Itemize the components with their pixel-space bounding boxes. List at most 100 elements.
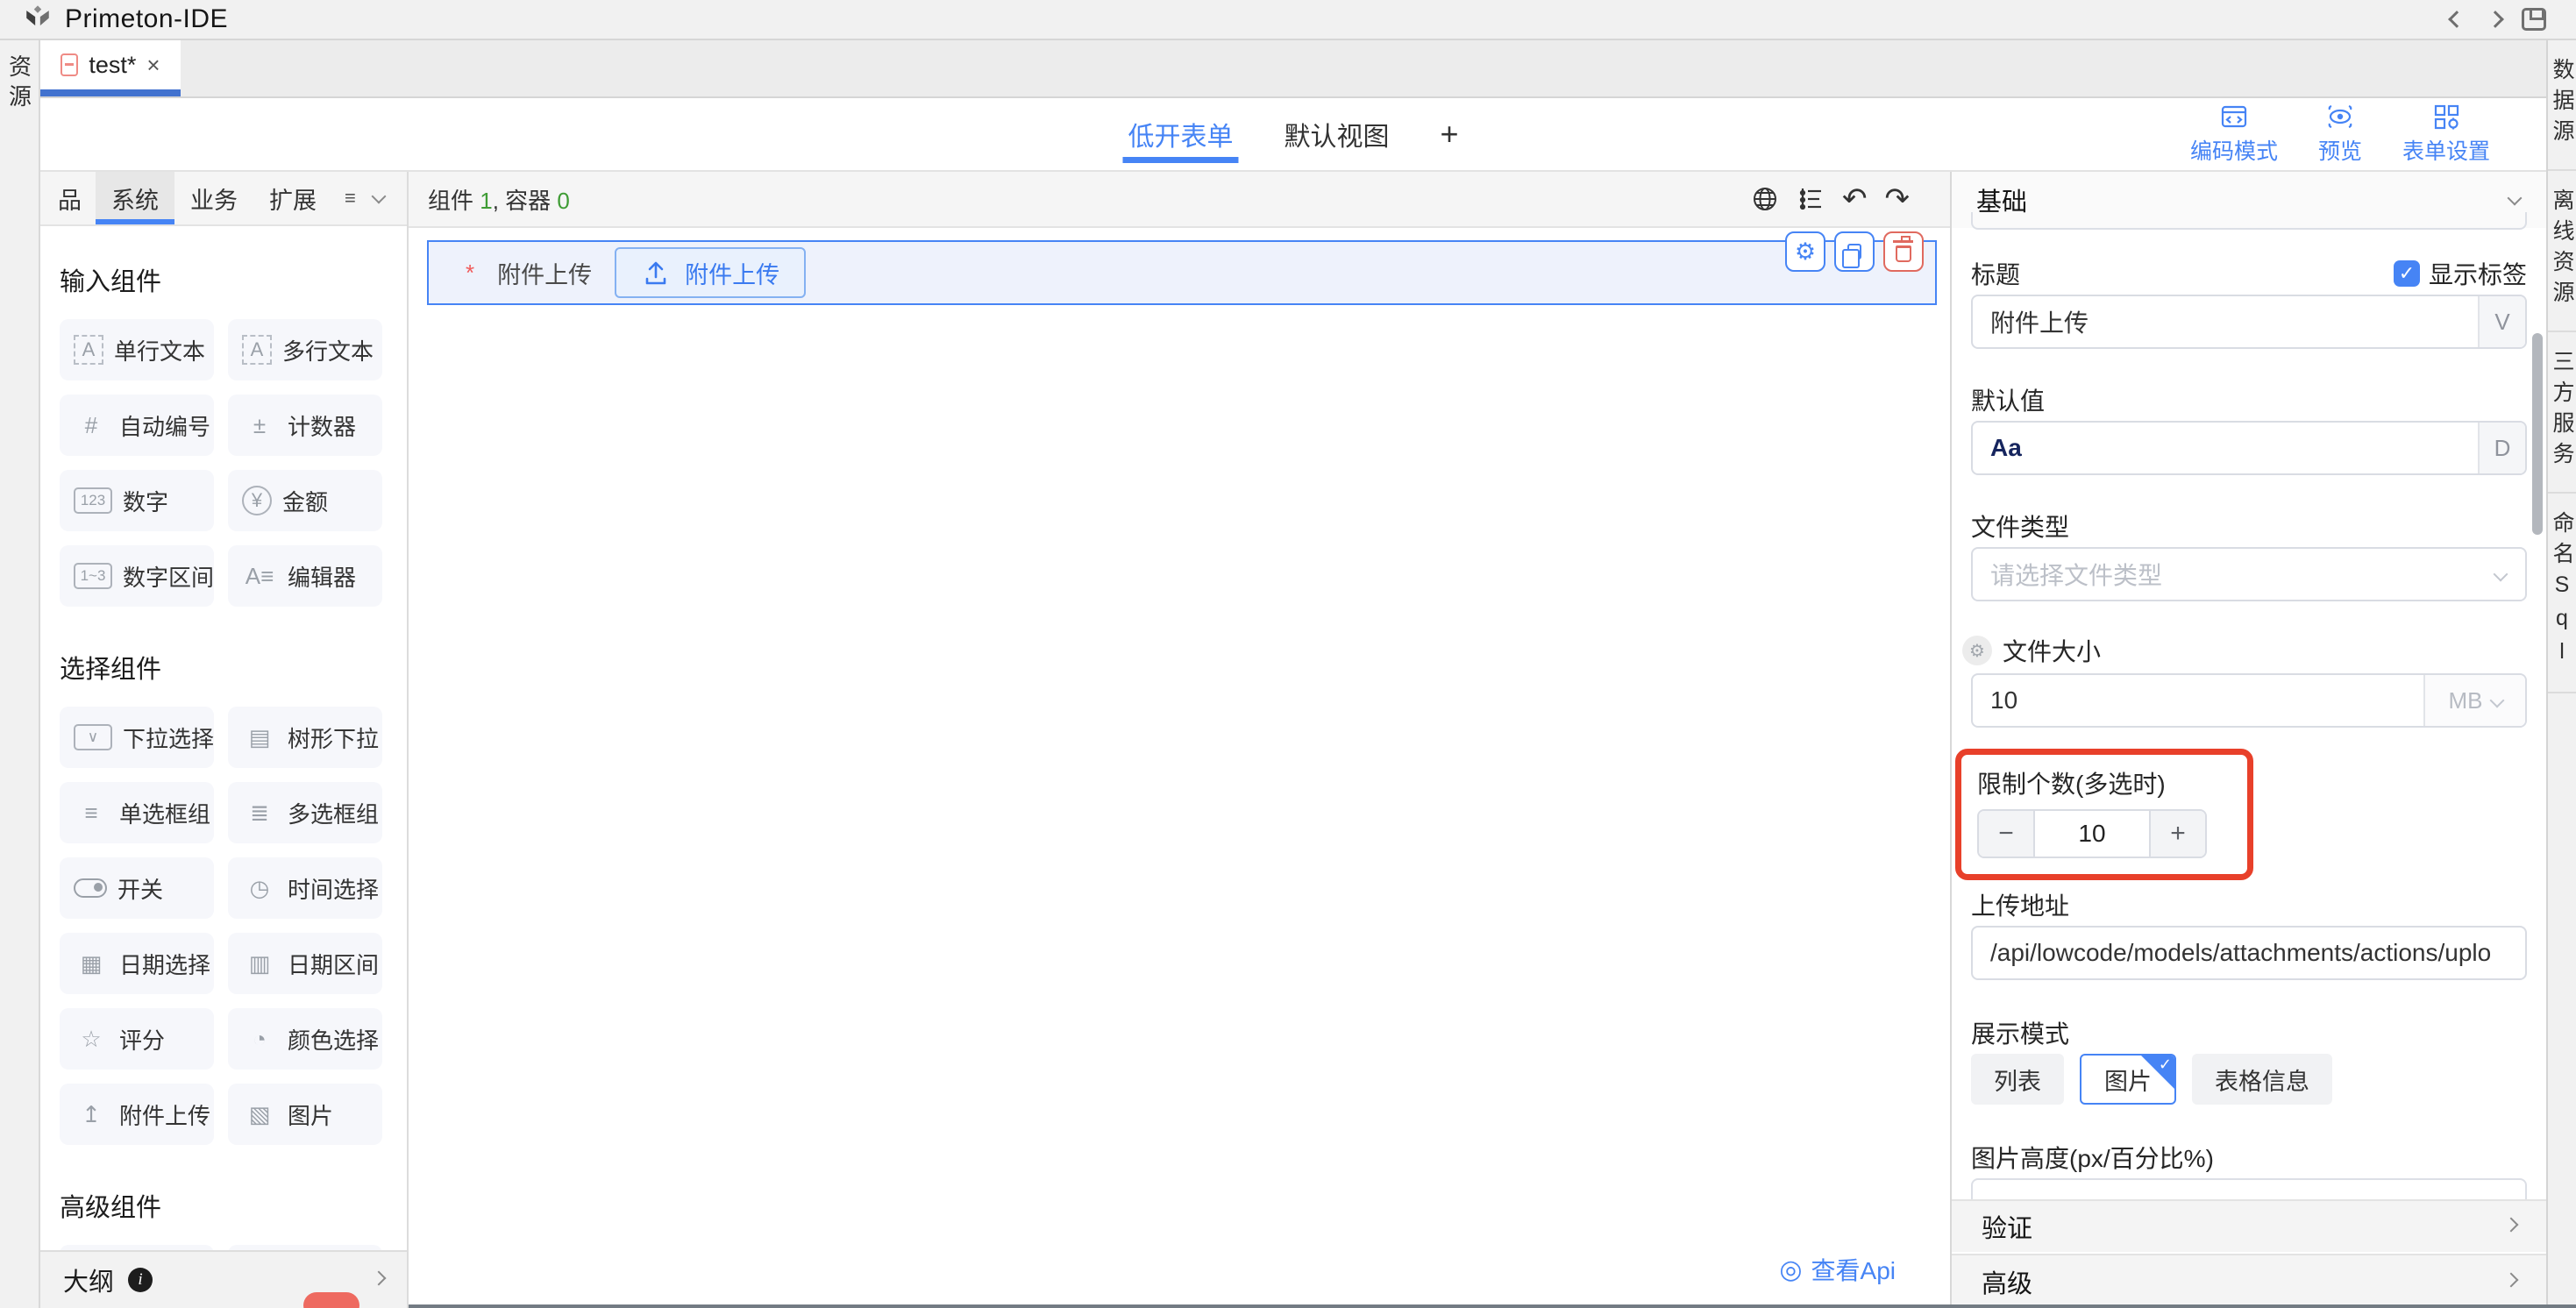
file-size-gear-icon: ⚙ xyxy=(1962,636,1992,665)
tab-data-source[interactable]: 数据源 xyxy=(2548,40,2576,171)
tab-lowcode-form[interactable]: 低开表单 xyxy=(1128,98,1233,170)
undo-icon[interactable]: ↶ xyxy=(1842,184,1868,214)
component-delete-button[interactable] xyxy=(1883,231,1924,272)
tab-close-icon[interactable]: × xyxy=(146,52,160,79)
limit-count-label: 限制个数(多选时) xyxy=(1977,765,2247,800)
stepper-value[interactable]: 10 xyxy=(2033,811,2151,857)
stepper-plus-button[interactable]: + xyxy=(2151,811,2205,857)
selected-attachment-component[interactable]: * 附件上传 附件上传 xyxy=(427,240,1937,305)
component-image[interactable]: ▧图片 xyxy=(228,1084,382,1145)
image-icon: ▧ xyxy=(242,1101,277,1128)
auto-number-icon: # xyxy=(74,412,109,439)
component-rating[interactable]: ☆评分 xyxy=(60,1008,214,1070)
view-bar: 低开表单 默认视图 + 编码模式 预览 xyxy=(40,98,2546,172)
component-auto-number[interactable]: #自动编号 xyxy=(60,395,214,456)
component-tree-dropdown[interactable]: ▤树形下拉 xyxy=(228,707,382,768)
component-currency[interactable]: ¥金额 xyxy=(228,470,382,531)
outline-bar[interactable]: 大纲 i xyxy=(40,1250,407,1308)
component-date-range[interactable]: ▥日期区间 xyxy=(228,933,382,994)
component-editor[interactable]: A≡编辑器 xyxy=(228,545,382,607)
nav-back-button[interactable] xyxy=(2437,2,2476,37)
validation-section-bar[interactable]: 验证 xyxy=(1952,1199,2546,1252)
component-checkbox-group[interactable]: ≣多选框组 xyxy=(228,782,382,843)
container-count: 0 xyxy=(557,188,569,214)
view-actions: 编码模式 预览 表单设置 xyxy=(2190,103,2490,166)
app-title: Primeton-IDE xyxy=(65,4,228,34)
default-value-d-button[interactable]: D xyxy=(2478,423,2525,473)
canvas-toolbar: ↶ ↷ xyxy=(1751,184,1910,214)
info-icon: i xyxy=(128,1268,153,1292)
attachment-upload-button[interactable]: 附件上传 xyxy=(615,247,806,298)
palette-tab-extension[interactable]: 扩展 xyxy=(253,172,332,224)
show-label-control[interactable]: ✓ 显示标签 xyxy=(2394,256,2527,291)
show-label-checkbox[interactable]: ✓ xyxy=(2394,260,2420,287)
component-time-picker[interactable]: ◷时间选择 xyxy=(228,857,382,919)
outline-tree-icon[interactable] xyxy=(1797,185,1825,213)
editor-icon: A≡ xyxy=(242,563,277,590)
upload-icon xyxy=(641,258,671,288)
add-view-button[interactable]: + xyxy=(1440,116,1458,153)
component-single-line-text[interactable]: A单行文本 xyxy=(60,319,214,380)
upload-url-input[interactable]: /api/lowcode/models/attachments/actions/… xyxy=(1971,926,2527,980)
code-mode-button[interactable]: 编码模式 xyxy=(2190,103,2278,166)
tab-third-party-services[interactable]: 三方服务 xyxy=(2548,332,2576,494)
file-type-select[interactable]: 请选择文件类型 xyxy=(1971,547,2527,601)
default-value-input[interactable]: Aa D xyxy=(1971,421,2527,475)
partial-scrolled-input xyxy=(1971,212,2527,230)
file-size-unit-select[interactable]: MB xyxy=(2423,675,2525,726)
title-variable-button[interactable]: V xyxy=(2478,296,2525,347)
nav-forward-button[interactable] xyxy=(2476,2,2515,37)
palette-tab-system[interactable]: 系统 xyxy=(96,172,174,224)
palette-tab-business[interactable]: 业务 xyxy=(174,172,253,224)
palette-collapse-icon[interactable] xyxy=(374,190,384,206)
tab-named-sql[interactable]: 命名Sql xyxy=(2548,494,2576,693)
component-color-picker[interactable]: ◔颜色选择 xyxy=(228,1008,382,1070)
tab-test[interactable]: test* × xyxy=(40,40,181,96)
app-logo-icon xyxy=(23,4,53,34)
component-radio-group[interactable]: ≡单选框组 xyxy=(60,782,214,843)
selected-check-icon: ✓ xyxy=(2159,1056,2172,1074)
trash-icon xyxy=(1896,245,1911,262)
outline-label: 大纲 xyxy=(63,1262,114,1298)
image-height-input-partial[interactable] xyxy=(1971,1178,2527,1199)
component-settings-button[interactable]: ⚙ xyxy=(1785,231,1825,272)
component-action-buttons: ⚙ xyxy=(1785,231,1924,272)
globe-icon[interactable] xyxy=(1751,185,1779,213)
redo-icon[interactable]: ↷ xyxy=(1885,184,1911,214)
component-attachment-upload[interactable]: ↥附件上传 xyxy=(60,1084,214,1145)
form-settings-button[interactable]: 表单设置 xyxy=(2402,103,2490,166)
file-size-label-row: ⚙ 文件大小 xyxy=(1962,633,2527,668)
properties-scrollbar[interactable] xyxy=(2532,333,2543,535)
title-input[interactable]: 附件上传 V xyxy=(1971,295,2527,349)
stepper-minus-button[interactable]: − xyxy=(1979,811,2033,857)
advanced-section-bar[interactable]: 高级 xyxy=(1952,1254,2546,1308)
palette-list-icon[interactable]: ≡ xyxy=(345,187,356,210)
preview-button[interactable]: 预览 xyxy=(2318,103,2362,166)
resources-tab[interactable]: 资源 xyxy=(4,54,36,114)
mode-table-info-button[interactable]: 表格信息 xyxy=(2192,1054,2332,1105)
file-size-input[interactable]: 10 MB xyxy=(1971,673,2527,728)
component-switch[interactable]: 开关 xyxy=(60,857,214,919)
component-multi-line-text[interactable]: A多行文本 xyxy=(228,319,382,380)
section-collapse-icon[interactable] xyxy=(2509,192,2520,208)
component-number-range[interactable]: 1~3数字区间 xyxy=(60,545,214,607)
window-bottom-edge xyxy=(409,1304,2576,1308)
component-counter[interactable]: ±计数器 xyxy=(228,395,382,456)
tab-default-view[interactable]: 默认视图 xyxy=(1284,98,1389,170)
view-api-link[interactable]: ◎ 查看Api xyxy=(1779,1252,1896,1287)
outline-expand-icon[interactable] xyxy=(374,1272,384,1288)
design-canvas: 组件 1, 容器 0 ↶ ↷ xyxy=(409,172,1950,1308)
canvas-stats: 组件 1, 容器 0 xyxy=(428,183,570,216)
canvas-body[interactable]: * 附件上传 附件上传 ⚙ xyxy=(409,228,1950,1308)
component-date-picker[interactable]: ▦日期选择 xyxy=(60,933,214,994)
default-value-label: 默认值 xyxy=(1971,382,2527,417)
counter-icon: ± xyxy=(242,412,277,439)
mode-image-button[interactable]: 图片 ✓ xyxy=(2080,1054,2176,1105)
mode-list-button[interactable]: 列表 xyxy=(1971,1054,2064,1105)
component-number[interactable]: 123数字 xyxy=(60,470,214,531)
tab-offline-resources[interactable]: 离线资源 xyxy=(2548,171,2576,332)
save-button[interactable] xyxy=(2515,2,2553,37)
component-dropdown[interactable]: ∨下拉选择 xyxy=(60,707,214,768)
component-copy-button[interactable] xyxy=(1834,231,1875,272)
tab-title: test* xyxy=(89,52,136,79)
